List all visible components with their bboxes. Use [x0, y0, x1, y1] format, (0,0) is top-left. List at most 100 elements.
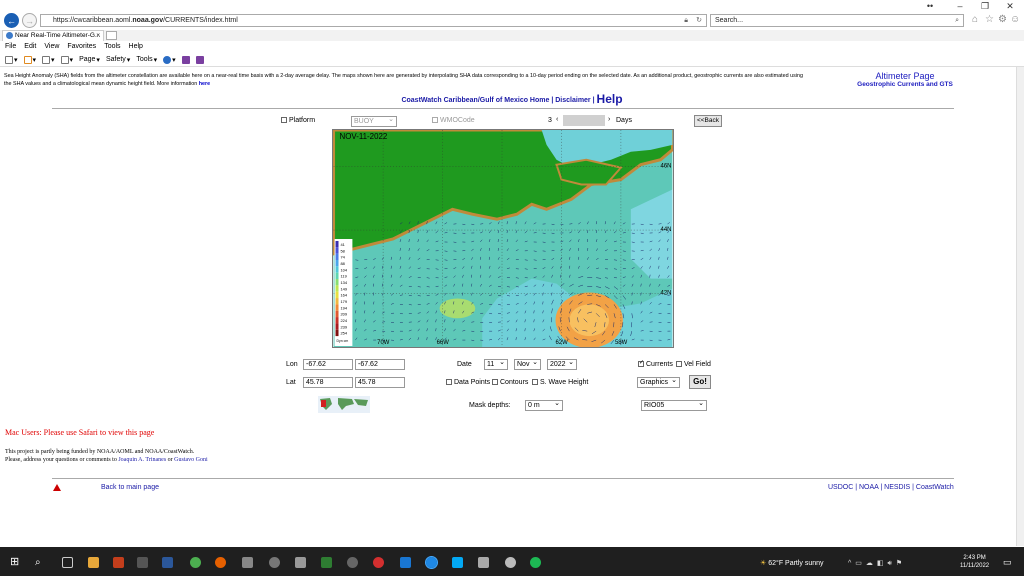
year-select[interactable]: 2022	[547, 358, 577, 370]
onenote-send-command[interactable]	[195, 55, 204, 64]
powerpoint-icon[interactable]	[113, 557, 124, 568]
mail-command[interactable]: ▾	[42, 55, 55, 64]
contours-checkbox-group[interactable]: Contours	[492, 379, 528, 386]
close-window-icon[interactable]: ✕	[1000, 1, 1020, 12]
graphics-select[interactable]: Graphics	[637, 376, 680, 388]
mask-select[interactable]: 0 m	[525, 399, 563, 411]
menu-file[interactable]: File	[5, 41, 16, 52]
contours-checkbox[interactable]	[492, 379, 498, 385]
swave-checkbox[interactable]	[532, 379, 538, 385]
app-icon-5[interactable]	[452, 557, 463, 568]
help-command[interactable]: ▾	[163, 55, 176, 64]
days-slider[interactable]	[563, 115, 605, 126]
bottom-links[interactable]: USDOC | NOAA | NESDIS | CoastWatch	[828, 484, 954, 491]
close-tab-icon[interactable]: ×	[96, 31, 100, 41]
menu-edit[interactable]: Edit	[24, 41, 36, 52]
word-icon[interactable]	[162, 557, 173, 568]
gear-icon[interactable]: ⚙	[998, 14, 1007, 25]
days-increase-icon[interactable]: ›	[608, 116, 610, 123]
month-select[interactable]: Nov	[514, 358, 541, 370]
star-icon[interactable]: ☆	[985, 14, 994, 25]
app-icon-7[interactable]	[505, 557, 516, 568]
task-view-icon[interactable]	[62, 557, 73, 568]
onenote-command[interactable]	[181, 55, 190, 64]
chrome-icon[interactable]	[190, 557, 201, 568]
excel-icon[interactable]	[321, 557, 332, 568]
page-menu[interactable]: Page ▾	[79, 56, 100, 64]
internet-explorer-icon[interactable]	[425, 556, 438, 569]
menu-view[interactable]: View	[44, 41, 59, 52]
app-icon-1[interactable]	[242, 557, 253, 568]
forward-arrow-icon[interactable]: →	[22, 13, 37, 28]
days-decrease-icon[interactable]: ‹	[556, 116, 558, 123]
currents-checkbox[interactable]	[638, 359, 644, 367]
lon-min-input[interactable]: -67.62	[303, 359, 353, 370]
help-link[interactable]: Help	[597, 92, 623, 106]
wmo-checkbox[interactable]	[432, 117, 438, 123]
lat-max-input[interactable]: 45.78	[355, 377, 405, 388]
taskbar-clock[interactable]: 2:43 PM 11/11/2022	[960, 554, 989, 570]
new-tab-button[interactable]	[106, 31, 117, 40]
firefox-icon[interactable]	[215, 557, 226, 568]
coastwatch-home-link[interactable]: CoastWatch Caribbean/Gulf of Mexico Home	[401, 97, 549, 104]
home-command[interactable]: ▾	[5, 55, 18, 64]
smiley-icon[interactable]: ☺	[1010, 14, 1020, 25]
opera-icon[interactable]	[373, 557, 384, 568]
address-bar[interactable]: https://cwcaribbean.aoml.noaa.gov/CURREN…	[40, 14, 707, 27]
more-info-link[interactable]: here	[199, 81, 210, 87]
platform-checkbox[interactable]	[281, 117, 287, 123]
datapoints-checkbox[interactable]	[446, 379, 452, 385]
altimeter-map[interactable]: NOV-11-2022 46N 44N 42N 70W 66W 62W 58W …	[332, 129, 674, 348]
menu-favorites[interactable]: Favorites	[67, 41, 96, 52]
disclaimer-link[interactable]: Disclaimer	[555, 97, 590, 104]
taskbar-search-icon[interactable]: ⌕	[35, 557, 46, 568]
search-icon[interactable]: ⌕	[955, 15, 959, 26]
swave-checkbox-group[interactable]: S. Wave Height	[532, 379, 588, 386]
wmo-checkbox-group[interactable]: WMOCode	[432, 117, 475, 124]
back-button[interactable]: <<Back	[694, 115, 722, 127]
platform-select[interactable]: BUOY	[351, 115, 397, 127]
weather-widget[interactable]: ☀ 62°F Partly sunny	[760, 559, 824, 567]
refresh-icon[interactable]: ↻	[696, 15, 702, 26]
search-input[interactable]: Search... ⌕	[710, 14, 964, 27]
app-icon-3[interactable]	[295, 557, 306, 568]
velfield-checkbox[interactable]	[676, 361, 682, 367]
system-tray[interactable]: ^▭☁◧🔊︎⚑	[848, 559, 906, 568]
datapoints-checkbox-group[interactable]: Data Points	[446, 379, 490, 386]
lock-icon[interactable]: 🔒︎	[684, 15, 688, 26]
lon-max-input[interactable]: -67.62	[355, 359, 405, 370]
app-icon-4[interactable]	[347, 557, 358, 568]
velfield-checkbox-group[interactable]: Vel Field	[676, 361, 711, 368]
contact-trinanes-link[interactable]: Joaquin A. Trinanes	[118, 457, 166, 463]
app-icon-2[interactable]	[269, 557, 280, 568]
up-triangle-icon[interactable]	[53, 484, 61, 491]
spotify-icon[interactable]	[530, 557, 541, 568]
platform-checkbox-group[interactable]: Platform	[281, 117, 315, 124]
app-icon-6[interactable]	[478, 557, 489, 568]
mail-app-icon[interactable]	[400, 557, 411, 568]
currents-checkbox-group[interactable]: Currents	[638, 359, 673, 368]
lat-min-input[interactable]: 45.78	[303, 377, 353, 388]
minimize-icon[interactable]: –	[950, 1, 970, 11]
go-button[interactable]: Go!	[689, 375, 711, 389]
print-command[interactable]: ▾	[60, 55, 73, 64]
windows-start-icon[interactable]: ⊞	[10, 557, 21, 568]
home-icon[interactable]: ⌂	[972, 14, 978, 25]
pin-icon[interactable]: ••	[920, 1, 940, 11]
back-to-main-link[interactable]: Back to main page	[101, 484, 159, 491]
restore-icon[interactable]: ❐	[975, 1, 995, 12]
day-select[interactable]: 11	[484, 358, 508, 370]
tools-menu[interactable]: Tools ▾	[136, 56, 157, 64]
safety-menu[interactable]: Safety ▾	[106, 56, 130, 64]
world-minimap[interactable]	[318, 396, 370, 413]
feeds-command[interactable]: ▾	[23, 55, 36, 64]
menu-tools[interactable]: Tools	[104, 41, 120, 52]
back-arrow-icon[interactable]: ←	[4, 13, 19, 28]
file-explorer-icon[interactable]	[88, 557, 99, 568]
product-select[interactable]: RIO05	[641, 399, 707, 411]
contact-goni-link[interactable]: Gustavo Goni	[174, 457, 208, 463]
vertical-scrollbar[interactable]	[1016, 67, 1024, 546]
notification-icon[interactable]: ▭	[1003, 557, 1012, 568]
menu-help[interactable]: Help	[129, 41, 143, 52]
tab-active[interactable]: Near Real-Time Altimeter-G... ×	[2, 30, 104, 41]
